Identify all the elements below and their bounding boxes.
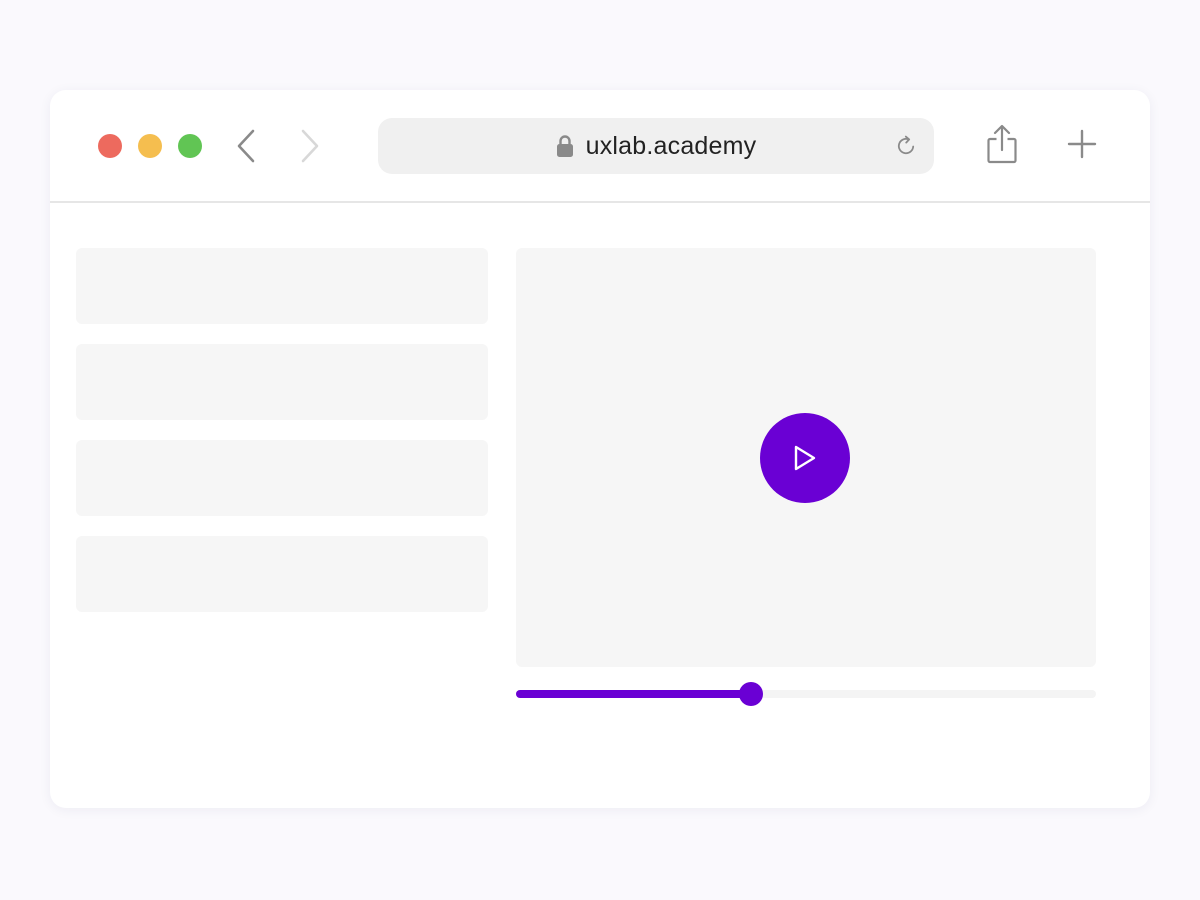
browser-toolbar: uxlab.academy [50, 90, 1150, 203]
play-icon [794, 445, 816, 471]
browser-window: uxlab.academy [50, 90, 1150, 808]
share-icon [987, 124, 1017, 164]
list-item[interactable] [76, 536, 488, 612]
chevron-right-icon [301, 129, 319, 163]
video-player[interactable] [516, 248, 1096, 667]
url-text: uxlab.academy [585, 131, 757, 160]
play-button[interactable] [760, 413, 850, 503]
forward-button[interactable] [290, 126, 330, 166]
list-item[interactable] [76, 344, 488, 420]
list-item[interactable] [76, 248, 488, 324]
address-bar[interactable]: uxlab.academy [378, 118, 934, 174]
seek-track[interactable] [516, 682, 1096, 706]
close-window-button[interactable] [98, 134, 122, 158]
share-button[interactable] [978, 120, 1026, 168]
video-seek-bar[interactable] [516, 682, 1096, 706]
reload-icon[interactable] [894, 134, 918, 158]
seek-thumb[interactable] [738, 682, 763, 706]
new-tab-button[interactable] [1058, 120, 1106, 168]
list-item[interactable] [76, 440, 488, 516]
chevron-left-icon [237, 129, 255, 163]
back-button[interactable] [226, 126, 266, 166]
minimize-window-button[interactable] [138, 134, 162, 158]
zoom-window-button[interactable] [178, 134, 202, 158]
lock-icon [556, 135, 573, 157]
plus-icon [1067, 129, 1097, 159]
seek-progress-fill [516, 690, 751, 698]
